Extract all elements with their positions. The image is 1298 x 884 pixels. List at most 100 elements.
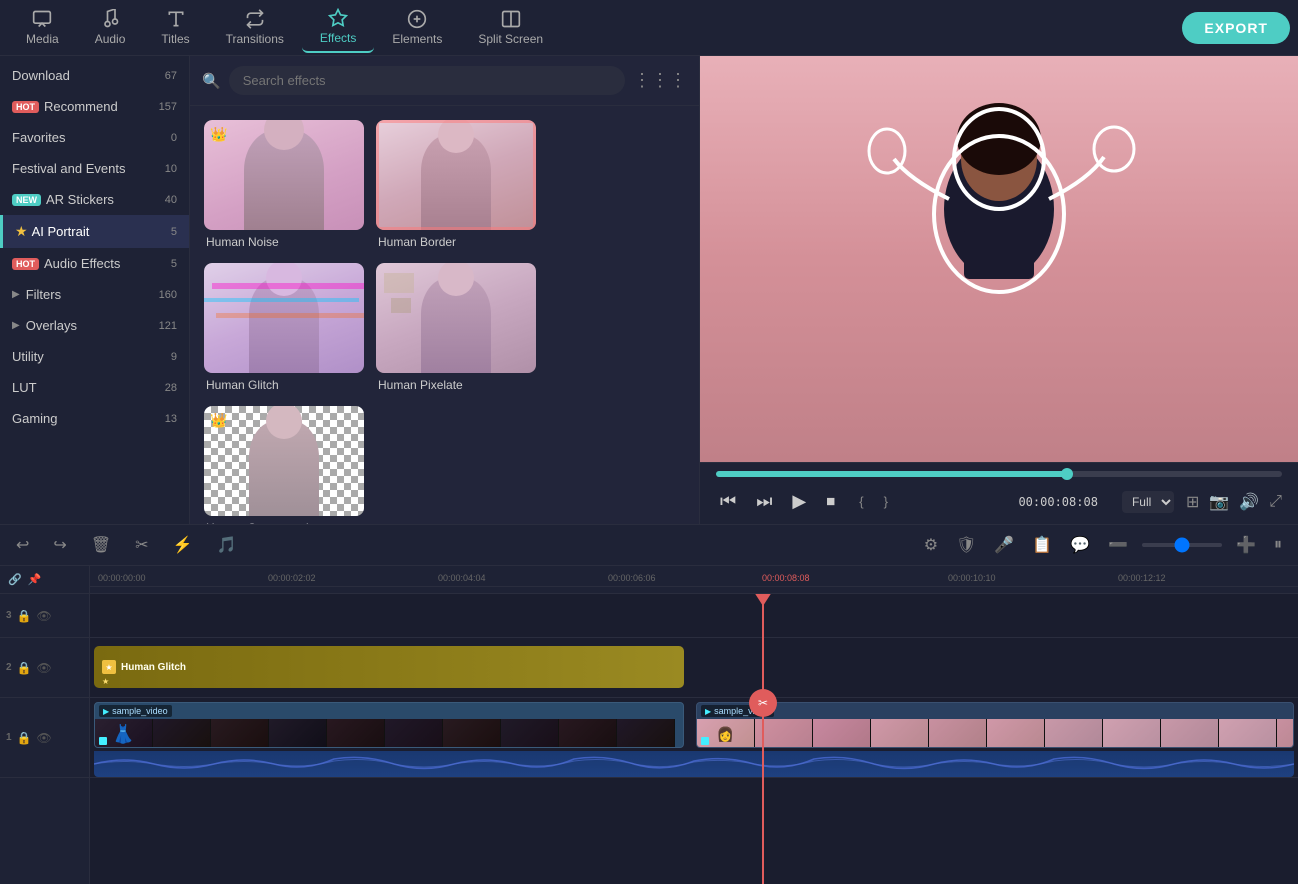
sidebar-item-ar-stickers[interactable]: NEW AR Stickers 40 <box>0 184 189 215</box>
video-clip-2[interactable]: ▶ sample_video 👩 <box>696 702 1294 748</box>
filters-expand-arrow: ▶ <box>12 289 20 300</box>
track3-eye[interactable]: 👁 <box>37 609 52 623</box>
ruler-spacer: 🔗 📌 <box>0 566 89 594</box>
sidebar-item-overlays[interactable]: ▶ Overlays 121 <box>0 310 189 341</box>
link-button[interactable]: 🔗 <box>8 573 22 586</box>
track2-lock[interactable]: 🔒 <box>17 661 32 675</box>
sidebar-filters-label: Filters <box>26 287 61 302</box>
nav-media-label: Media <box>26 32 59 46</box>
sidebar-overlays-label: Overlays <box>26 318 77 333</box>
media-icon <box>32 9 52 29</box>
time-bracket-end: } <box>884 494 888 509</box>
adjust-button[interactable]: ⚡ <box>169 531 197 559</box>
sidebar-item-festival[interactable]: Festival and Events 10 <box>0 153 189 184</box>
effect-thumb-human-glitch: 👑 <box>204 263 364 373</box>
play-button[interactable]: ▶ <box>788 487 810 516</box>
preview-person-svg <box>809 99 1189 419</box>
effect-card-human-border[interactable]: 👑 Human Border <box>376 120 536 251</box>
nav-elements[interactable]: Elements <box>374 3 460 52</box>
delete-button[interactable]: 🗑 <box>87 531 115 559</box>
timeline-toolbar: ↩ ↪ 🗑 ✂ ⚡ 🎵 ⚙ 🛡 🎤 📋 💬 ➖ ➕ ⏸ <box>0 525 1298 566</box>
undo-button[interactable]: ↩ <box>12 531 33 559</box>
timeline-mask-btn[interactable]: 🛡 <box>952 531 980 559</box>
track3-lock[interactable]: 🔒 <box>17 609 32 623</box>
sidebar-item-lut[interactable]: LUT 28 <box>0 372 189 403</box>
sidebar-item-download[interactable]: Download 67 <box>0 60 189 91</box>
track2-eye[interactable]: 👁 <box>37 661 52 675</box>
fullscreen-button[interactable]: ⤢ <box>1269 493 1282 511</box>
track1-eye[interactable]: 👁 <box>37 731 52 745</box>
sidebar-item-favorites[interactable]: Favorites 0 <box>0 122 189 153</box>
sidebar-item-audio-effects[interactable]: HOT Audio Effects 5 <box>0 248 189 279</box>
sidebar-item-recommend[interactable]: HOT Recommend 157 <box>0 91 189 122</box>
scissors-marker[interactable]: ✂ <box>749 689 777 717</box>
fit-view-button[interactable]: ⊞ <box>1186 492 1199 512</box>
effect-card-human-segmentation[interactable]: 👑 Human Segmentation <box>204 406 364 524</box>
clip-quality-badge <box>99 737 107 745</box>
progress-fill <box>716 471 1067 477</box>
nav-media[interactable]: Media <box>8 3 77 52</box>
skip-back-button[interactable]: ⏮ <box>716 487 740 516</box>
sidebar-item-gaming[interactable]: Gaming 13 <box>0 403 189 434</box>
human-glitch-clip[interactable]: ★ Human Glitch ★ <box>94 646 684 688</box>
timeline-audio-btn[interactable]: 🎤 <box>990 531 1018 559</box>
nav-audio-label: Audio <box>95 32 126 46</box>
sidebar-overlays-badge: 121 <box>159 320 177 332</box>
sidebar-ai-portrait-badge: 5 <box>171 226 177 238</box>
timeline-content: 00:00:00:00 00:00:02:02 00:00:04:04 00:0… <box>90 566 1298 884</box>
ruler-mark-6: 00:00:12:12 <box>1118 573 1166 583</box>
sidebar-item-filters[interactable]: ▶ Filters 160 <box>0 279 189 310</box>
sidebar-favorites-label: Favorites <box>12 130 65 145</box>
sidebar-item-ai-portrait[interactable]: ★ AI Portrait 5 <box>0 215 189 248</box>
timeline-section: ↩ ↪ 🗑 ✂ ⚡ 🎵 ⚙ 🛡 🎤 📋 💬 ➖ ➕ ⏸ 🔗 📌 <box>0 524 1298 884</box>
elements-icon <box>407 9 427 29</box>
stop-button[interactable]: ⏹ <box>822 487 839 516</box>
nav-effects-label: Effects <box>320 31 356 45</box>
effect-card-human-noise[interactable]: 👑 Human Noise <box>204 120 364 251</box>
timeline-track-btn[interactable]: 📋 <box>1028 531 1056 559</box>
effect-card-human-glitch[interactable]: 👑 Human Glitch <box>204 263 364 394</box>
ruler-mark-4: 00:00:08:08 <box>762 573 810 583</box>
ruler-mark-1: 00:00:02:02 <box>268 573 316 583</box>
pause-all-btn[interactable]: ⏸ <box>1270 532 1286 558</box>
time-bracket-start: { <box>859 494 863 509</box>
timeline-ruler[interactable]: 00:00:00:00 00:00:02:02 00:00:04:04 00:0… <box>90 566 1298 594</box>
zoom-in-btn[interactable]: ➕ <box>1232 531 1260 559</box>
sidebar-utility-badge: 9 <box>171 351 177 363</box>
pin-button[interactable]: 📌 <box>28 573 42 586</box>
nav-split-screen[interactable]: Split Screen <box>460 3 561 52</box>
progress-thumb[interactable] <box>1061 468 1073 480</box>
sidebar-gaming-badge: 13 <box>165 413 177 425</box>
grid-view-button[interactable]: ⋮⋮⋮ <box>633 70 687 91</box>
cut-button[interactable]: ✂ <box>131 531 152 559</box>
export-button[interactable]: EXPORT <box>1182 12 1290 44</box>
frame-back-button[interactable]: ⏭ <box>752 487 776 516</box>
track1-lock[interactable]: 🔒 <box>17 731 32 745</box>
sidebar-ai-portrait-label: AI Portrait <box>32 224 90 239</box>
recommend-hot-tag: HOT <box>12 101 39 113</box>
timeline-caption-btn[interactable]: 💬 <box>1066 531 1094 559</box>
effect-card-human-pixelate[interactable]: 👑 Human Pixelate <box>376 263 536 394</box>
nav-audio[interactable]: Audio <box>77 3 144 52</box>
quality-select[interactable]: Full 1/2 1/4 <box>1122 491 1174 513</box>
redo-button[interactable]: ↪ <box>49 531 70 559</box>
nav-titles[interactable]: Titles <box>143 3 207 52</box>
preview-video <box>700 56 1298 462</box>
volume-button[interactable]: 🔊 <box>1239 492 1259 512</box>
nav-transitions[interactable]: Transitions <box>208 3 302 52</box>
zoom-out-btn[interactable]: ➖ <box>1104 531 1132 559</box>
nav-effects[interactable]: Effects <box>302 2 374 53</box>
timeline-settings-btn[interactable]: ⚙ <box>920 531 942 559</box>
effect-thumb-human-border: 👑 <box>376 120 536 230</box>
video-clip-1[interactable]: ▶ sample_video 👗 <box>94 702 684 748</box>
nav-titles-label: Titles <box>161 32 189 46</box>
sidebar-ar-badge: 40 <box>165 194 177 206</box>
search-input[interactable] <box>229 66 625 95</box>
sidebar-item-utility[interactable]: Utility 9 <box>0 341 189 372</box>
snapshot-button[interactable]: 📷 <box>1209 492 1229 512</box>
audio-button[interactable]: 🎵 <box>212 531 240 559</box>
progress-bar[interactable] <box>716 471 1282 477</box>
audio-waveform <box>94 751 1294 777</box>
zoom-slider[interactable] <box>1142 543 1222 547</box>
main-area: Download 67 HOT Recommend 157 Favorites … <box>0 56 1298 524</box>
